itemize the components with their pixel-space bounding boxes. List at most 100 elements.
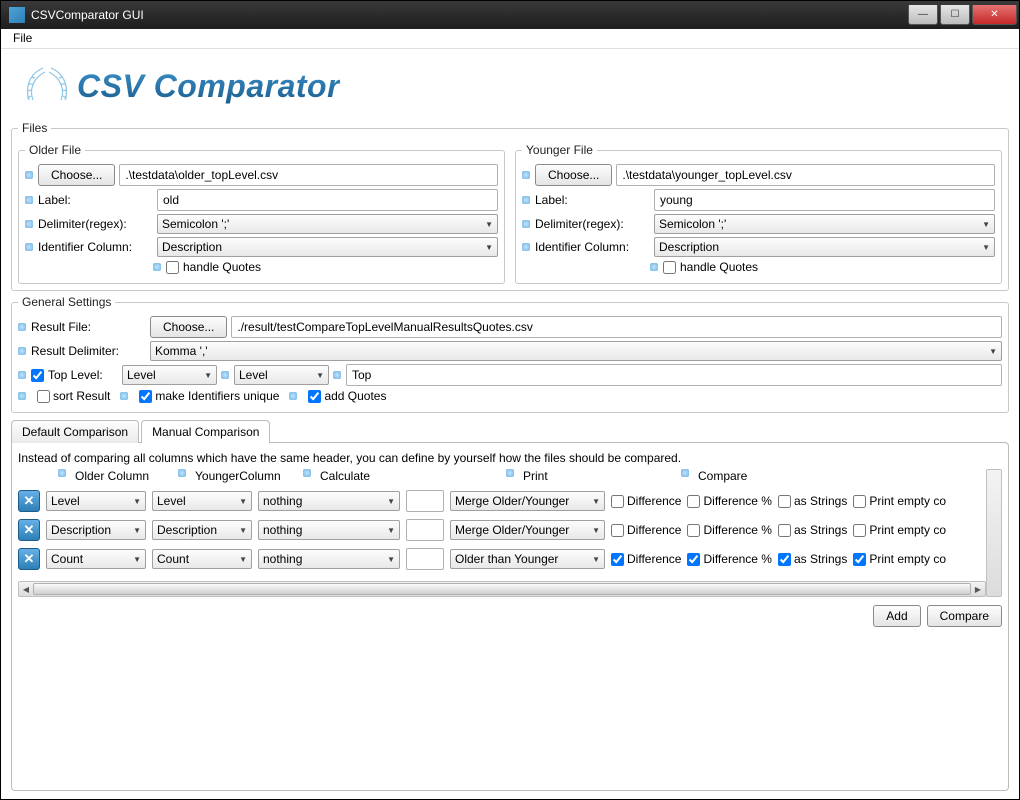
info-icon [25,196,33,204]
toplevel-select-1[interactable]: Level▼ [122,365,217,385]
tab-manual-comparison[interactable]: Manual Comparison [141,420,270,443]
calc-value-input[interactable] [406,519,444,541]
older-label-input[interactable] [157,189,498,211]
titlebar[interactable]: CSVComparator GUI — ☐ ✕ [1,1,1019,29]
info-icon [303,469,311,477]
info-icon [522,220,530,228]
calculate-select[interactable]: nothing▼ [258,520,400,540]
rule-row: ✕ Description▼ Description▼ nothing▼ Merge O… [18,519,986,541]
younger-column-select[interactable]: Description▼ [152,520,252,540]
print-empty-checkbox[interactable] [853,495,866,508]
menu-file[interactable]: File [7,29,38,47]
older-path-input[interactable] [119,164,498,186]
chevron-down-icon: ▼ [310,371,324,380]
toplevel-checkbox[interactable] [31,369,44,382]
result-file-input[interactable] [231,316,1002,338]
chevron-down-icon: ▼ [381,555,395,564]
older-idcol-select[interactable]: Description▼ [157,237,498,257]
as-strings-checkbox[interactable] [778,495,791,508]
toplevel-text-input[interactable] [346,364,1002,386]
chevron-down-icon: ▼ [127,555,141,564]
manual-description: Instead of comparing all columns which h… [18,451,1002,465]
files-legend: Files [18,121,51,135]
younger-handle-quotes-checkbox[interactable] [663,261,676,274]
info-icon [522,171,530,179]
maximize-button[interactable]: ☐ [940,5,970,25]
delete-rule-button[interactable]: ✕ [18,490,40,512]
add-quotes-checkbox[interactable] [308,390,321,403]
younger-choose-button[interactable]: Choose... [535,164,612,186]
menubar: File [1,29,1019,49]
info-icon [506,469,514,477]
younger-idcol-select[interactable]: Description▼ [654,237,995,257]
toplevel-select-2[interactable]: Level▼ [234,365,329,385]
chevron-down-icon: ▼ [586,526,600,535]
calculate-select[interactable]: nothing▼ [258,549,400,569]
difference-checkbox[interactable] [611,495,624,508]
tab-default-comparison[interactable]: Default Comparison [11,420,139,443]
older-delimiter-select[interactable]: Semicolon ';'▼ [157,214,498,234]
minimize-button[interactable]: — [908,5,938,25]
info-icon [18,347,26,355]
delete-rule-button[interactable]: ✕ [18,548,40,570]
as-strings-checkbox[interactable] [778,553,791,566]
manual-comparison-panel: Instead of comparing all columns which h… [11,442,1009,791]
make-unique-checkbox[interactable] [139,390,152,403]
chevron-down-icon: ▼ [233,526,247,535]
younger-label-input[interactable] [654,189,995,211]
difference-pct-checkbox[interactable] [687,495,700,508]
as-strings-checkbox[interactable] [778,524,791,537]
difference-pct-checkbox[interactable] [687,553,700,566]
chevron-down-icon: ▼ [586,555,600,564]
tabbar: Default Comparison Manual Comparison [11,419,1009,442]
print-select[interactable]: Merge Older/Younger▼ [450,491,605,511]
print-empty-checkbox[interactable] [853,553,866,566]
chevron-down-icon: ▼ [976,220,990,229]
close-button[interactable]: ✕ [972,5,1017,25]
calculate-select[interactable]: nothing▼ [258,491,400,511]
rule-row: ✕ Level▼ Level▼ nothing▼ Merge Older/Younger… [18,490,986,512]
older-choose-button[interactable]: Choose... [38,164,115,186]
chevron-down-icon: ▼ [381,526,395,535]
info-icon [289,392,297,400]
difference-pct-checkbox[interactable] [687,524,700,537]
older-column-select[interactable]: Count▼ [46,549,146,569]
print-select[interactable]: Older than Younger▼ [450,549,605,569]
compare-button[interactable]: Compare [927,605,1002,627]
window-title: CSVComparator GUI [31,8,144,22]
difference-checkbox[interactable] [611,553,624,566]
younger-column-select[interactable]: Level▼ [152,491,252,511]
info-icon [681,469,689,477]
add-button[interactable]: Add [873,605,920,627]
calc-value-input[interactable] [406,490,444,512]
scroll-left-icon[interactable]: ◀ [19,582,33,596]
info-icon [178,469,186,477]
younger-path-input[interactable] [616,164,995,186]
chevron-down-icon: ▼ [586,497,600,506]
chevron-down-icon: ▼ [233,555,247,564]
horizontal-scrollbar[interactable]: ◀ ▶ [18,581,986,597]
general-settings-group: General Settings Result File: Choose... … [11,295,1009,413]
info-icon [25,171,33,179]
older-column-select[interactable]: Level▼ [46,491,146,511]
younger-file-group: Younger File Choose... Label: Delimiter(… [515,143,1002,284]
older-column-select[interactable]: Description▼ [46,520,146,540]
print-select[interactable]: Merge Older/Younger▼ [450,520,605,540]
info-icon [221,371,229,379]
sort-result-checkbox[interactable] [37,390,50,403]
brand-text: CSV Comparator [77,68,340,105]
print-empty-checkbox[interactable] [853,524,866,537]
app-banner: CSV Comparator [11,55,1009,117]
difference-checkbox[interactable] [611,524,624,537]
scroll-right-icon[interactable]: ▶ [971,582,985,596]
younger-column-select[interactable]: Count▼ [152,549,252,569]
calc-value-input[interactable] [406,548,444,570]
scrollbar-thumb[interactable] [33,583,971,595]
info-icon [18,371,26,379]
delete-rule-button[interactable]: ✕ [18,519,40,541]
vertical-scrollbar[interactable] [986,469,1002,597]
older-handle-quotes-checkbox[interactable] [166,261,179,274]
result-file-choose-button[interactable]: Choose... [150,316,227,338]
younger-delimiter-select[interactable]: Semicolon ';'▼ [654,214,995,234]
result-delimiter-select[interactable]: Komma ','▼ [150,341,1002,361]
